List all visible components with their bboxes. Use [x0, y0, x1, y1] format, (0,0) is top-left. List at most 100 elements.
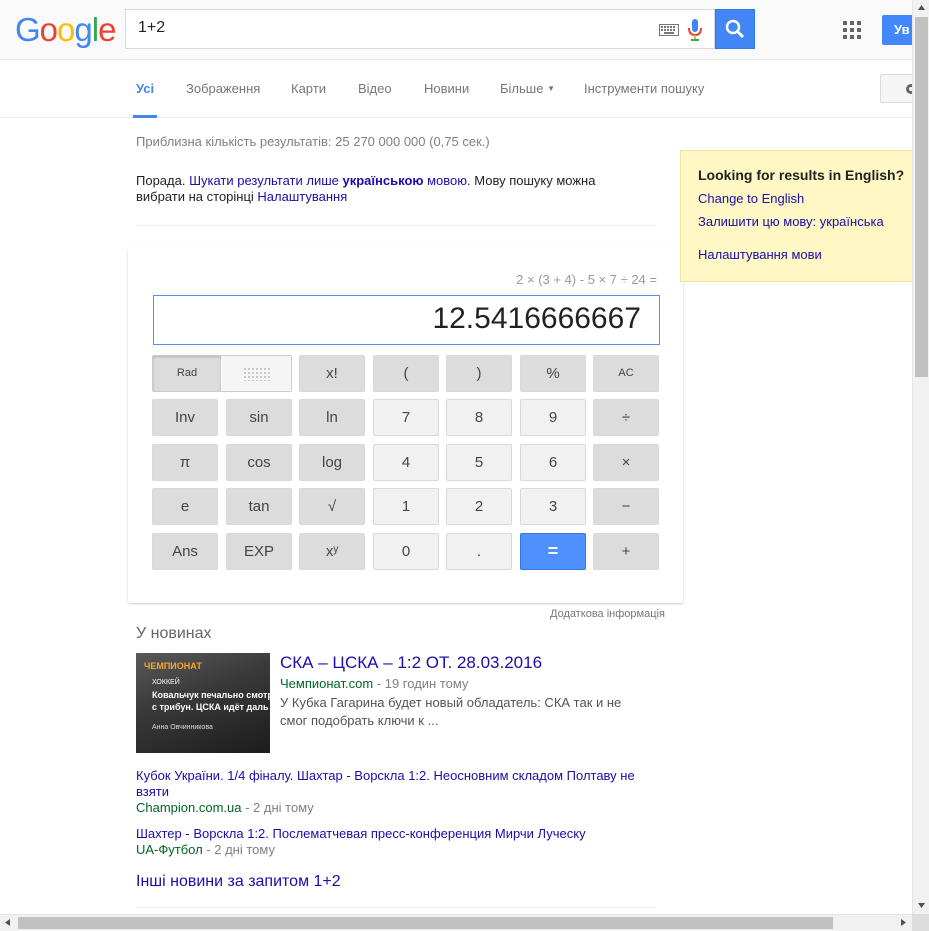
scroll-left-arrow-icon[interactable]: [0, 915, 15, 931]
news-main-snippet: У Кубка Гагарина будет новый обладатель:…: [280, 695, 622, 728]
calc-divide-button[interactable]: ÷: [593, 399, 659, 436]
thumbnail-title: Ковальчук печально смотр с трибун. ЦСКА …: [152, 690, 270, 712]
calc-percent-button[interactable]: %: [520, 355, 586, 392]
calc-digit-7-button[interactable]: 7: [373, 399, 439, 436]
more-info-link[interactable]: Додаткова інформація: [550, 608, 665, 620]
calc-tan-button[interactable]: tan: [226, 488, 292, 525]
more-news-link[interactable]: Інші новини за запитом 1+2: [136, 873, 341, 891]
calc-sin-button[interactable]: sin: [226, 399, 292, 436]
calc-digit-0-button[interactable]: 0: [373, 533, 439, 570]
language-settings-link[interactable]: Налаштування мови: [698, 247, 822, 262]
microphone-icon[interactable]: [688, 19, 702, 41]
angle-mode-toggle[interactable]: Rad: [152, 355, 292, 392]
thumbnail-category: ХОККЕЙ: [152, 679, 180, 686]
divider: [136, 225, 656, 226]
calc-equals-button[interactable]: =: [520, 533, 586, 570]
search-box: [125, 9, 715, 49]
scroll-down-arrow-icon[interactable]: [913, 898, 929, 913]
calculator-card: 2 × (3 + 4) - 5 × 7 ÷ 24 = 12.5416666667…: [128, 248, 683, 603]
divider: [136, 907, 656, 908]
tip-prefix: Порада.: [136, 173, 190, 188]
tab-search-tools[interactable]: Інструменти пошуку: [584, 81, 704, 96]
vertical-scroll-thumb[interactable]: [915, 17, 928, 377]
calc-digit-4-button[interactable]: 4: [373, 444, 439, 481]
calc-digit-8-button[interactable]: 8: [446, 399, 512, 436]
calc-open-paren-button[interactable]: (: [373, 355, 439, 392]
calc-ans-button[interactable]: Ans: [152, 533, 218, 570]
active-tab-indicator: [133, 115, 157, 118]
settings-link[interactable]: Налаштування: [257, 189, 347, 204]
change-to-english-link[interactable]: Change to English: [698, 191, 804, 206]
search-input[interactable]: [138, 19, 638, 37]
vertical-scrollbar[interactable]: [912, 0, 929, 914]
news-thumbnail[interactable]: ЧЕМПИОНАТ ХОККЕЙ Ковальчук печально смот…: [136, 653, 270, 753]
tab-videos[interactable]: Відео: [358, 81, 392, 96]
calc-ln-button[interactable]: ln: [299, 399, 365, 436]
calc-clear-button[interactable]: AC: [593, 355, 659, 392]
tab-all[interactable]: Усі: [136, 81, 154, 96]
result-stats: Приблизна кількість результатів: 25 270 …: [136, 134, 490, 149]
calc-inv-button[interactable]: Inv: [152, 399, 218, 436]
news-item-time: - 2 дні тому: [202, 842, 275, 857]
language-tip: Порада. Шукати результати лише українськ…: [136, 173, 606, 205]
calc-add-button[interactable]: +: [593, 533, 659, 570]
calc-digit-1-button[interactable]: 1: [373, 488, 439, 525]
rad-button[interactable]: Rad: [153, 356, 221, 391]
calc-digit-6-button[interactable]: 6: [520, 444, 586, 481]
calc-power-button[interactable]: xʸ: [299, 533, 365, 570]
keep-language-link[interactable]: Залишити цю мову: українська: [698, 214, 884, 229]
news-item-title[interactable]: Кубок України. 1/4 фіналу. Шахтар - Ворс…: [136, 768, 635, 799]
search-icon: [725, 19, 745, 39]
horizontal-scroll-thumb[interactable]: [18, 917, 833, 929]
calc-digit-9-button[interactable]: 9: [520, 399, 586, 436]
tab-maps[interactable]: Карти: [291, 81, 326, 96]
horizontal-scrollbar[interactable]: [0, 914, 912, 931]
search-tabs: Усі Зображення Карти Відео Новини Більше…: [0, 60, 920, 118]
logo-letter: o: [57, 11, 75, 48]
calc-subtract-button[interactable]: −: [593, 488, 659, 525]
tip-link-text: Шукати результати лише: [189, 173, 343, 188]
tab-more[interactable]: Більше ▼: [500, 81, 555, 96]
calc-cos-button[interactable]: cos: [226, 444, 292, 481]
calc-e-button[interactable]: e: [152, 488, 218, 525]
calc-exp-button[interactable]: EXP: [226, 533, 292, 570]
logo-letter: e: [98, 11, 116, 48]
news-item-title[interactable]: Шахтер - Ворскла 1:2. Послематчевая прес…: [136, 826, 586, 841]
google-logo[interactable]: Google: [15, 11, 116, 49]
deg-placeholder: [243, 367, 271, 381]
news-item: Шахтер - Ворскла 1:2. Послематчевая прес…: [136, 826, 656, 858]
logo-letter: o: [39, 11, 58, 48]
calc-expression: 2 × (3 + 4) - 5 × 7 ÷ 24 =: [516, 272, 657, 287]
deg-button[interactable]: [221, 356, 291, 391]
calc-close-paren-button[interactable]: ): [446, 355, 512, 392]
news-main-title[interactable]: СКА – ЦСКА – 1:2 ОТ. 28.03.2016: [280, 653, 542, 673]
tab-news[interactable]: Новини: [424, 81, 469, 96]
header: Google Ув: [0, 0, 922, 60]
calc-digit-3-button[interactable]: 3: [520, 488, 586, 525]
calc-pi-button[interactable]: π: [152, 444, 218, 481]
search-in-language-link[interactable]: Шукати результати лише українською мовою: [189, 173, 467, 188]
calc-multiply-button[interactable]: ×: [593, 444, 659, 481]
calc-display: 12.5416666667: [153, 295, 660, 345]
lang-panel-title: Looking for results in English?: [698, 167, 905, 183]
search-button[interactable]: [715, 9, 755, 49]
calc-sqrt-button[interactable]: √: [299, 488, 365, 525]
calc-digit-2-button[interactable]: 2: [446, 488, 512, 525]
tip-link-language: українською: [342, 173, 424, 188]
news-main-source: Чемпионат.com - 19 годин тому: [280, 676, 468, 691]
thumbnail-author: Анна Овчинникова: [152, 724, 213, 731]
scroll-up-arrow-icon[interactable]: [913, 0, 929, 15]
keyboard-icon[interactable]: [659, 24, 679, 36]
calc-digit-5-button[interactable]: 5: [446, 444, 512, 481]
scroll-right-arrow-icon[interactable]: [896, 915, 911, 931]
calc-decimal-button[interactable]: .: [446, 533, 512, 570]
news-item-source: Champion.com.ua: [136, 800, 242, 815]
news-time: - 19 годин тому: [373, 676, 469, 691]
scrollbar-corner: [912, 914, 929, 931]
calc-log-button[interactable]: log: [299, 444, 365, 481]
apps-grid-icon[interactable]: [843, 21, 861, 39]
logo-letter: G: [15, 11, 41, 48]
tab-images[interactable]: Зображення: [186, 81, 260, 96]
calc-factorial-button[interactable]: x!: [299, 355, 365, 392]
tip-link-suffix: мовою: [423, 173, 468, 188]
